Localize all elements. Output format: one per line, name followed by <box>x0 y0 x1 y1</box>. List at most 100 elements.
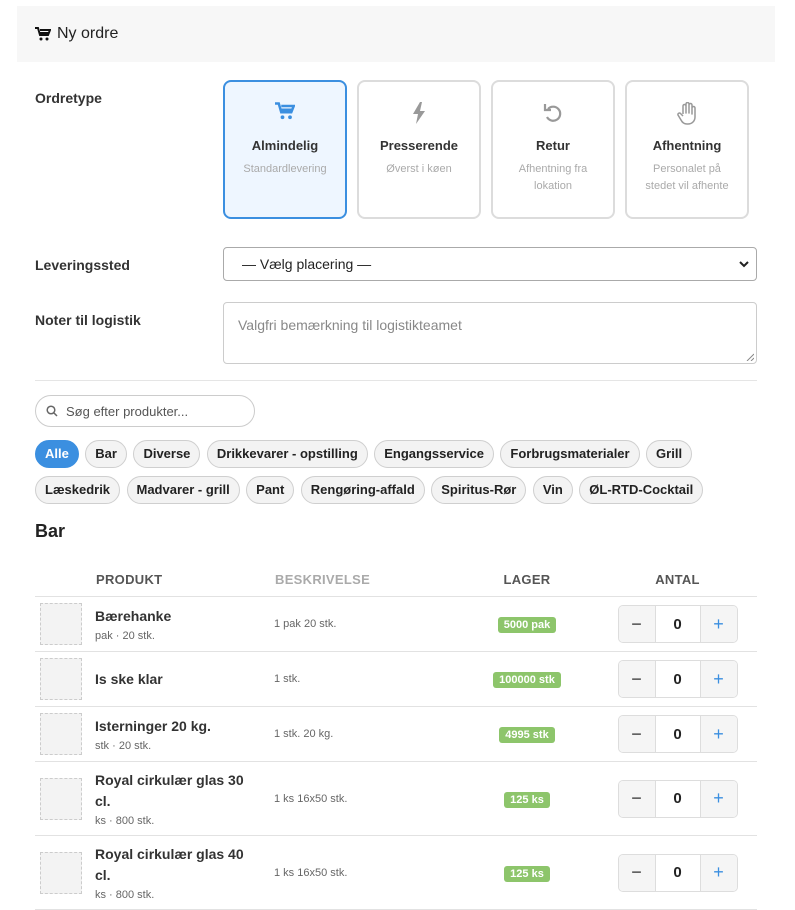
order-type-retur[interactable]: Retur Afhentning fra lokation <box>491 80 615 219</box>
stock-badge: 4995 stk <box>499 727 555 743</box>
product-description: 1 stk. 20 kg. <box>274 728 334 740</box>
chip-engangsservice[interactable]: Engangsservice <box>374 440 494 468</box>
table-row: Is ske klar 1 stk. 100000 stk −0 + <box>35 651 757 707</box>
quantity-value[interactable]: 0 <box>654 606 701 642</box>
order-type-label: Ordretype <box>35 90 102 106</box>
quantity-stepper: −0 + <box>617 660 738 698</box>
product-description: 1 pak 20 stk. <box>274 618 337 630</box>
quantity-value[interactable]: 0 <box>654 716 701 752</box>
order-type-options: Almindelig Standardlevering Presserende … <box>223 80 749 219</box>
product-name: Isterninger 20 kg. <box>95 718 211 734</box>
chip-bar[interactable]: Bar <box>85 440 127 468</box>
chip-forbrugsmaterialer[interactable]: Forbrugsmaterialer <box>500 440 640 468</box>
product-thumbnail <box>40 713 82 755</box>
quantity-value[interactable]: 0 <box>654 854 701 891</box>
notes-placeholder: Valgfri bemærkning til logistikteamet <box>238 317 462 333</box>
undo-icon <box>543 104 562 122</box>
lightning-icon <box>413 102 425 124</box>
order-type-title: Afhentning <box>652 138 722 153</box>
quantity-value[interactable]: 0 <box>654 661 701 697</box>
quantity-stepper: −0 + <box>617 605 738 643</box>
chip-oel-rtd-cocktail[interactable]: ØL-RTD-Cocktail <box>579 476 704 504</box>
chip-diverse[interactable]: Diverse <box>133 440 201 468</box>
divider <box>35 380 757 381</box>
stock-badge: 125 ks <box>504 791 550 808</box>
col-header-stock: LAGER <box>456 563 598 597</box>
decrement-button[interactable]: − <box>618 780 655 817</box>
decrement-button[interactable]: − <box>618 716 655 752</box>
search-icon <box>46 405 58 417</box>
col-header-description: BESKRIVELSE <box>274 563 456 597</box>
col-header-quantity: ANTAL <box>598 563 757 597</box>
stock-badge: 100000 stk <box>493 672 561 688</box>
quantity-stepper: −0 + <box>617 715 738 753</box>
delivery-selected-value: — Vælg placering — <box>242 256 372 272</box>
product-thumbnail <box>40 777 82 820</box>
product-meta: ks · 800 stk. <box>95 815 155 827</box>
new-order-card: Ny ordre Ordretype Almindelig Standardle… <box>17 6 775 910</box>
chip-madvarer-grill[interactable]: Madvarer - grill <box>126 476 240 504</box>
product-table: PRODUKT BESKRIVELSE LAGER ANTAL Bærehank… <box>35 563 757 910</box>
quantity-stepper: −0 + <box>617 779 738 818</box>
category-filter-chips: Alle Bar Diverse Drikkevarer - opstillin… <box>35 440 765 512</box>
delivery-location-select[interactable]: — Vælg placering — <box>223 247 757 281</box>
logistics-notes-textarea[interactable]: Valgfri bemærkning til logistikteamet <box>223 302 757 364</box>
notes-label: Noter til logistik <box>35 312 141 328</box>
increment-button[interactable]: + <box>700 606 737 642</box>
product-search-input[interactable]: Søg efter produkter... <box>35 395 255 427</box>
quantity-stepper: −0 + <box>617 853 738 892</box>
order-type-afhentning[interactable]: Afhentning Personalet på stedet vil afhe… <box>625 80 749 219</box>
product-thumbnail <box>40 603 82 645</box>
order-type-subtitle: Afhentning fra lokation <box>518 163 588 192</box>
search-placeholder: Søg efter produkter... <box>66 403 189 419</box>
stock-badge: 5000 pak <box>497 617 557 633</box>
order-type-title: Almindelig <box>251 138 319 153</box>
product-thumbnail <box>40 851 82 894</box>
table-row: Royal cirkulær glas 30 cl. ks · 800 stk. … <box>35 761 757 836</box>
product-description: 1 ks 16x50 stk. <box>274 792 348 805</box>
cart-icon <box>275 102 295 120</box>
order-type-subtitle: Personalet på stedet vil afhente <box>645 163 729 192</box>
order-type-title: Presserende <box>379 138 459 153</box>
resize-grip-icon[interactable] <box>746 353 754 361</box>
stock-badge: 125 ks <box>504 865 550 882</box>
product-name: Is ske klar <box>95 670 163 687</box>
chip-pant[interactable]: Pant <box>246 476 295 504</box>
section-title: Bar <box>35 521 66 541</box>
quantity-value[interactable]: 0 <box>654 780 701 817</box>
product-name: Bærehanke <box>95 608 172 624</box>
product-thumbnail <box>40 658 82 700</box>
increment-button[interactable]: + <box>700 854 737 891</box>
cart-icon <box>35 27 51 41</box>
card-header: Ny ordre <box>17 6 775 62</box>
decrement-button[interactable]: − <box>618 661 655 697</box>
page-title: Ny ordre <box>57 25 119 42</box>
product-name: Royal cirkulær glas 40 cl. <box>95 846 244 883</box>
order-type-title: Retur <box>536 138 570 153</box>
chevron-down-icon <box>739 261 749 268</box>
increment-button[interactable]: + <box>700 716 737 752</box>
delivery-label: Leveringssted <box>35 257 130 273</box>
increment-button[interactable]: + <box>700 780 737 817</box>
product-meta: stk · 20 stk. <box>95 740 152 752</box>
chip-grill[interactable]: Grill <box>646 440 693 468</box>
col-header-product: PRODUKT <box>95 563 274 597</box>
decrement-button[interactable]: − <box>618 854 655 891</box>
hand-icon <box>677 102 696 125</box>
order-type-presserende[interactable]: Presserende Øverst i køen <box>357 80 481 219</box>
chip-spiritus-roer[interactable]: Spiritus-Rør <box>431 476 527 504</box>
increment-button[interactable]: + <box>700 661 737 697</box>
chip-vin[interactable]: Vin <box>532 476 573 504</box>
product-description: 1 stk. <box>274 673 301 685</box>
order-type-subtitle: Standardlevering <box>243 163 327 175</box>
product-name: Royal cirkulær glas 30 cl. <box>95 772 244 809</box>
product-meta: ks · 800 stk. <box>95 889 155 901</box>
order-type-almindelig[interactable]: Almindelig Standardlevering <box>223 80 347 219</box>
decrement-button[interactable]: − <box>618 606 655 642</box>
chip-laeskedrik[interactable]: Læskedrik <box>35 476 121 504</box>
order-type-subtitle: Øverst i køen <box>386 163 452 175</box>
chip-drikkevarer-opstilling[interactable]: Drikkevarer - opstilling <box>206 440 368 468</box>
product-description: 1 ks 16x50 stk. <box>274 866 348 879</box>
chip-alle[interactable]: Alle <box>35 440 79 468</box>
chip-rengoering-affald[interactable]: Rengøring-affald <box>300 476 425 504</box>
